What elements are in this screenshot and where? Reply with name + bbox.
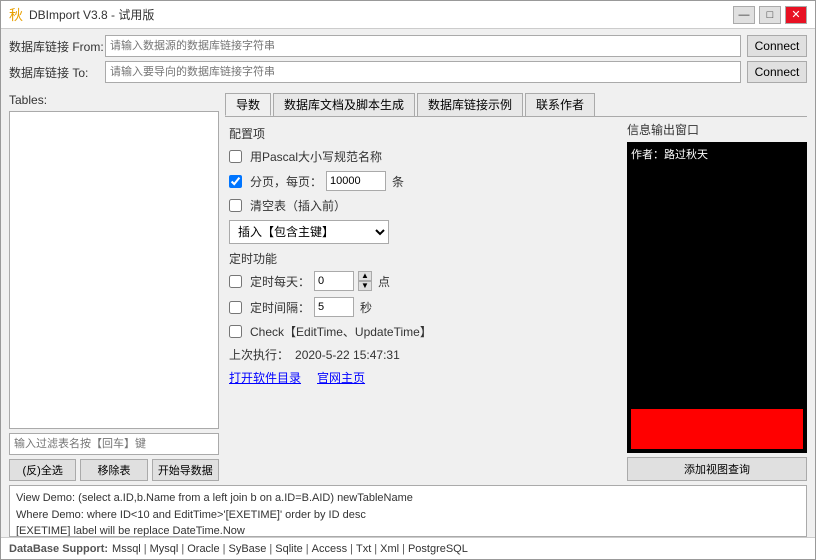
- status-bar-label: DataBase Support:: [9, 543, 108, 555]
- tab-examples[interactable]: 数据库链接示例: [417, 93, 523, 116]
- status-bar: DataBase Support: Mssql | Mysql | Oracle…: [1, 537, 815, 559]
- conn-from-row: 数据库链接 From: Connect: [9, 35, 807, 57]
- window-title: DBImport V3.8 - 试用版: [29, 6, 154, 23]
- demo-sql-area: View Demo: (select a.ID,b.Name from a le…: [9, 485, 807, 537]
- add-view-query-button[interactable]: 添加视图查询: [627, 457, 807, 481]
- status-item-sqlite: Sqlite: [275, 543, 303, 555]
- close-button[interactable]: ✕: [785, 6, 807, 24]
- tabs-row: 导数 数据库文档及脚本生成 数据库链接示例 联系作者: [225, 93, 807, 117]
- interval-checkbox[interactable]: [229, 301, 242, 314]
- open-dir-link[interactable]: 打开软件目录: [229, 369, 301, 386]
- config-title: 配置项: [229, 125, 617, 142]
- minimize-button[interactable]: —: [733, 6, 755, 24]
- insert-mode-row: 插入【包含主键】 插入【不含主键】 更新插入: [229, 220, 617, 244]
- official-site-link[interactable]: 官网主页: [317, 369, 365, 386]
- pascal-case-checkbox[interactable]: [229, 150, 242, 163]
- main-window: 秋 DBImport V3.8 - 试用版 — □ ✕ 数据库链接 From: …: [0, 0, 816, 560]
- output-box: 作者：路过秋天: [627, 142, 807, 453]
- insert-mode-select[interactable]: 插入【包含主键】 插入【不含主键】 更新插入: [229, 220, 389, 244]
- status-item-txt: Txt: [356, 543, 371, 555]
- title-bar-left: 秋 DBImport V3.8 - 试用版: [9, 5, 154, 25]
- title-bar-controls: — □ ✕: [733, 6, 807, 24]
- config-panel: 配置项 用Pascal大小写规范名称 分页，每页： 条: [225, 121, 621, 481]
- tab-contact[interactable]: 联系作者: [525, 93, 595, 116]
- interval-label: 定时间隔：: [250, 299, 310, 316]
- title-bar: 秋 DBImport V3.8 - 试用版 — □ ✕: [1, 1, 815, 29]
- tab-docs[interactable]: 数据库文档及脚本生成: [273, 93, 415, 116]
- main-area: Tables: (反)全选 移除表 开始导数据 导数 数据库文档及脚本生成 数据…: [1, 89, 815, 485]
- demo-sql-line3: [EXETIME] label will be replace DateTime…: [16, 523, 800, 537]
- daily-checkbox[interactable]: [229, 275, 242, 288]
- daily-spinner: ▲ ▼: [358, 271, 372, 291]
- check-edittime-label: Check【EditTime、UpdateTime】: [250, 323, 432, 340]
- output-panel: 信息输出窗口 作者：路过秋天 添加视图查询: [627, 121, 807, 481]
- clear-table-checkbox[interactable]: [229, 199, 242, 212]
- interval-input[interactable]: [314, 297, 354, 317]
- demo-sql-line2: Where Demo: where ID<10 and EditTime>'[E…: [16, 507, 800, 524]
- check-edittime-checkbox[interactable]: [229, 325, 242, 338]
- conn-to-button[interactable]: Connect: [747, 61, 807, 83]
- remove-table-button[interactable]: 移除表: [80, 459, 147, 481]
- filter-input[interactable]: [9, 433, 219, 455]
- status-item-mysql: Mysql: [150, 543, 179, 555]
- start-import-button[interactable]: 开始导数据: [152, 459, 219, 481]
- output-red-block: [631, 409, 803, 449]
- select-all-button[interactable]: (反)全选: [9, 459, 76, 481]
- interval-schedule-row: 定时间隔： 秒: [229, 297, 617, 317]
- status-item-postgresql: PostgreSQL: [408, 543, 468, 555]
- status-item-mssql: Mssql: [112, 543, 141, 555]
- pagination-row: 分页，每页： 条: [229, 171, 617, 191]
- daily-spin-down[interactable]: ▼: [358, 281, 372, 291]
- app-icon: 秋: [9, 5, 23, 25]
- conn-to-label: 数据库链接 To:: [9, 64, 99, 81]
- status-item-xml: Xml: [380, 543, 399, 555]
- connection-area: 数据库链接 From: Connect 数据库链接 To: Connect: [1, 29, 815, 89]
- status-items: Mssql | Mysql | Oracle | SyBase | Sqlite…: [112, 543, 468, 555]
- demo-sql-line1: View Demo: (select a.ID,b.Name from a le…: [16, 490, 800, 507]
- status-item-sybase: SyBase: [228, 543, 266, 555]
- tab-import[interactable]: 导数: [225, 93, 271, 116]
- schedule-label: 定时功能: [229, 250, 617, 267]
- last-exec-value: 2020-5-22 15:47:31: [295, 348, 400, 362]
- output-label: 信息输出窗口: [627, 121, 807, 138]
- last-exec-label: 上次执行：: [229, 346, 289, 363]
- output-author-text: 作者：路过秋天: [631, 146, 803, 162]
- daily-input[interactable]: [314, 271, 354, 291]
- pagination-checkbox[interactable]: [229, 175, 242, 188]
- daily-unit: 点: [378, 273, 390, 290]
- daily-spin-up[interactable]: ▲: [358, 271, 372, 281]
- right-panel: 导数 数据库文档及脚本生成 数据库链接示例 联系作者 配置项 用Pascal大小…: [225, 93, 807, 481]
- left-panel: Tables: (反)全选 移除表 开始导数据: [9, 93, 219, 481]
- pascal-case-label: 用Pascal大小写规范名称: [250, 148, 382, 165]
- clear-table-label: 清空表（插入前）: [250, 197, 346, 214]
- clear-table-row: 清空表（插入前）: [229, 197, 617, 214]
- conn-to-input[interactable]: [105, 61, 741, 83]
- pascal-case-row: 用Pascal大小写规范名称: [229, 148, 617, 165]
- tables-list[interactable]: [9, 111, 219, 429]
- daily-label: 定时每天：: [250, 273, 310, 290]
- last-exec-row: 上次执行： 2020-5-22 15:47:31: [229, 346, 617, 363]
- conn-from-input[interactable]: [105, 35, 741, 57]
- pagination-input[interactable]: [326, 171, 386, 191]
- pagination-label: 分页，每页：: [250, 173, 322, 190]
- status-item-oracle: Oracle: [187, 543, 219, 555]
- maximize-button[interactable]: □: [759, 6, 781, 24]
- daily-schedule-row: 定时每天： ▲ ▼ 点: [229, 271, 617, 291]
- conn-to-row: 数据库链接 To: Connect: [9, 61, 807, 83]
- status-item-access: Access: [312, 543, 347, 555]
- tab-content: 配置项 用Pascal大小写规范名称 分页，每页： 条: [225, 121, 807, 481]
- left-buttons: (反)全选 移除表 开始导数据: [9, 459, 219, 481]
- tables-label: Tables:: [9, 93, 219, 107]
- conn-from-label: 数据库链接 From:: [9, 38, 99, 55]
- link-row: 打开软件目录 官网主页: [229, 369, 617, 386]
- check-edittime-row: Check【EditTime、UpdateTime】: [229, 323, 617, 340]
- interval-unit: 秒: [360, 299, 372, 316]
- pagination-unit: 条: [392, 173, 404, 190]
- conn-from-button[interactable]: Connect: [747, 35, 807, 57]
